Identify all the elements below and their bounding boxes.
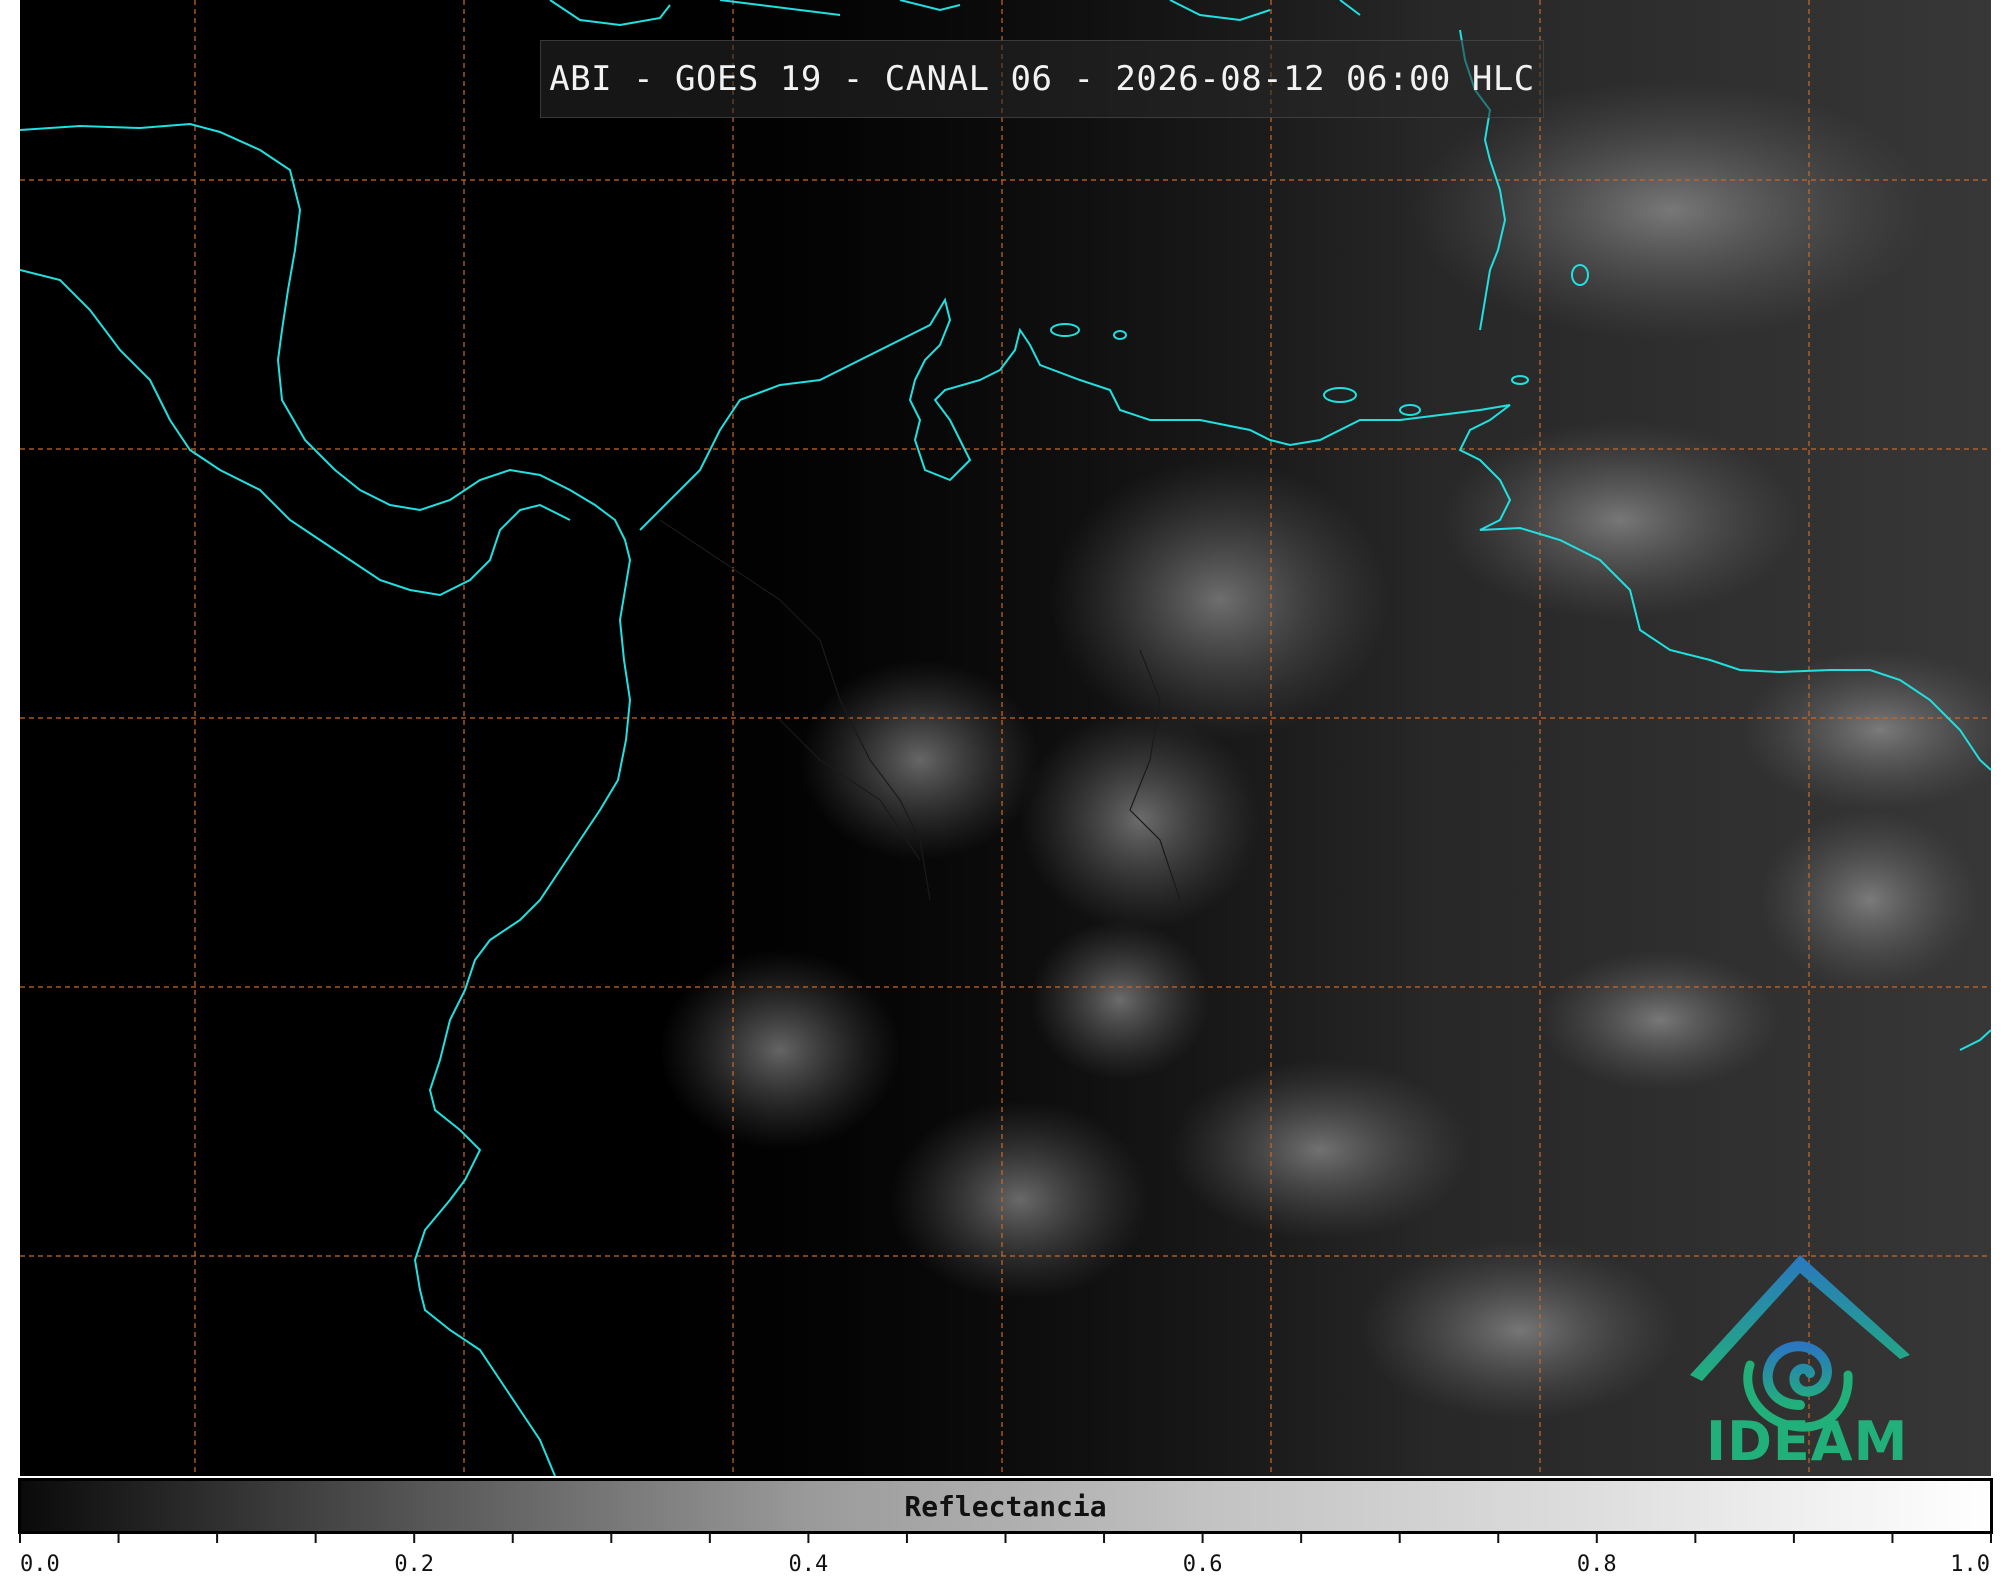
colorbar-tick-label: 0.2 — [394, 1552, 434, 1577]
colorbar-label: Reflectancia — [904, 1489, 1107, 1523]
logo-spiral — [1762, 1341, 1832, 1410]
map-title: ABI - GOES 19 - CANAL 06 - 2026-08-12 06… — [549, 59, 1535, 99]
logo-roof — [1690, 1255, 1910, 1381]
ideam-logo-text: IDEAM — [1706, 1410, 1909, 1473]
colorbar-tick-label: 1.0 — [1950, 1552, 1990, 1577]
colorbar-ticks: 0.0 0.2 0.4 0.6 0.8 1.0 — [19, 1533, 1992, 1577]
satellite-map-panel: ABI - GOES 19 - CANAL 06 - 2026-08-12 06… — [20, 0, 1991, 1476]
colorbar-tick-label: 0.6 — [1183, 1552, 1223, 1577]
colorbar: Reflectancia — [18, 1478, 1993, 1534]
colorbar-tick-label: 0.0 — [20, 1552, 60, 1577]
title-box: ABI - GOES 19 - CANAL 06 - 2026-08-12 06… — [540, 40, 1544, 118]
coastline-central-america — [20, 122, 632, 1476]
coastline-pacific-isthmus — [20, 269, 571, 597]
colorbar-tick-label: 0.4 — [789, 1552, 829, 1577]
colorbar-tick-label: 0.8 — [1577, 1552, 1617, 1577]
